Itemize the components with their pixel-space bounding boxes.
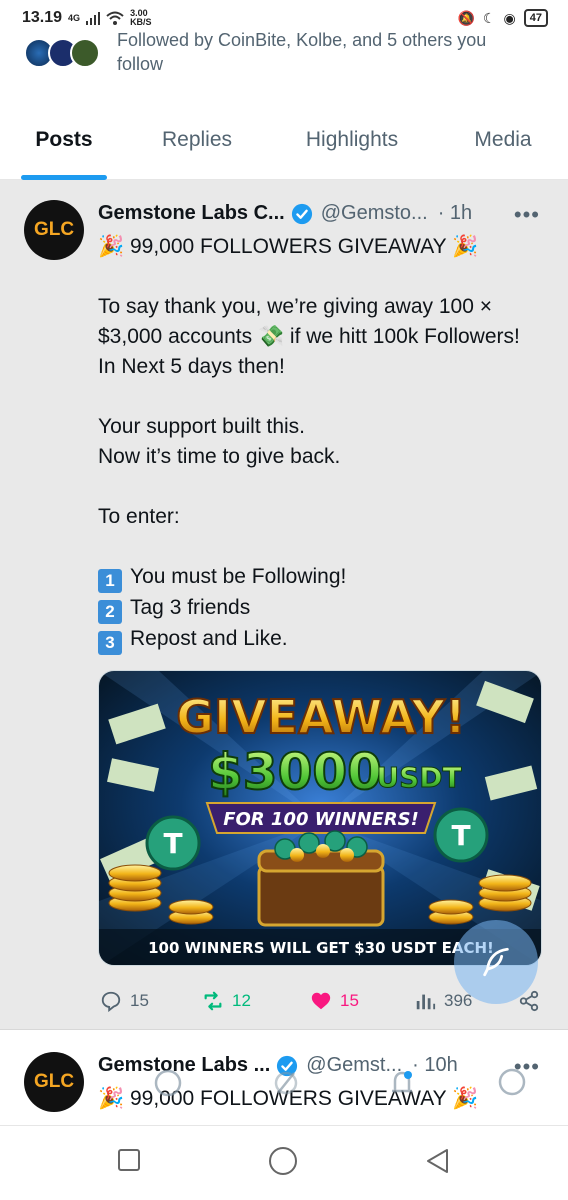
reply-count: 15 [130, 991, 149, 1010]
post-time: · 1h [437, 202, 473, 224]
tab-label: Posts [35, 128, 93, 151]
compose-button[interactable] [454, 920, 538, 1004]
tab-highlights[interactable]: Highlights [266, 112, 438, 180]
giveaway-subline: FOR 100 WINNERS! [223, 809, 419, 830]
avatar-text: GLC [33, 219, 75, 240]
views-button[interactable]: 396 [414, 990, 472, 1012]
system-navigation-bar [0, 1125, 568, 1200]
tab-label: Replies [161, 128, 233, 151]
author-name[interactable]: Gemstone Labs C... [98, 202, 285, 225]
step-text: Repost and Like. [130, 627, 288, 650]
giveaway-footer: 100 WINNERS WILL GET $30 USDT EACH! [148, 939, 494, 957]
post-image[interactable]: GIVEAWAY! $3000 USDT FOR 100 WINNERS! T [98, 670, 542, 966]
step-item: 3 Repost and Like. [98, 624, 543, 655]
follower-avatars [24, 38, 100, 68]
svg-text:T: T [163, 827, 182, 860]
post-header: Gemstone Labs C... @Gemsto... · 1h [98, 202, 472, 225]
keycap-icon: 3 [98, 631, 122, 655]
tab-label: Highlights [305, 128, 399, 151]
reply-button[interactable]: 15 [100, 990, 149, 1012]
repost-icon [204, 991, 222, 1011]
more-options-icon[interactable]: ••• [514, 202, 540, 228]
avatar[interactable]: GLC [24, 200, 84, 260]
tab-label: Media [474, 128, 532, 151]
step-text: Tag 3 friends [130, 596, 251, 619]
reply-icon [101, 991, 121, 1012]
bottom-tab-bar [0, 1055, 568, 1115]
author-handle[interactable]: @Gemsto... [321, 202, 428, 225]
like-button[interactable]: 15 [310, 990, 359, 1012]
svg-text:T: T [451, 819, 470, 852]
verified-badge-icon [291, 203, 312, 224]
back-icon[interactable] [425, 1148, 451, 1174]
profile-tabs: Posts Replies Highlights Media [0, 112, 568, 180]
mute-icon: 🔕 [457, 9, 475, 26]
signal-icon [86, 12, 101, 25]
repost-button[interactable]: 12 [202, 990, 251, 1012]
tab-replies[interactable]: Replies [128, 112, 266, 180]
step-item: 2 Tag 3 friends [98, 593, 543, 624]
recents-icon[interactable] [117, 1148, 141, 1172]
avatar [70, 38, 100, 68]
giveaway-currency: USDT [376, 761, 461, 794]
battery-indicator: 47 [523, 9, 548, 27]
post-line [98, 472, 543, 502]
keycap-icon: 1 [98, 569, 122, 593]
giveaway-amount: $3000 [208, 743, 382, 801]
moon-icon: ☾ [482, 9, 496, 26]
keycap-icon: 2 [98, 600, 122, 624]
post-line: Now it’s time to give back. [98, 445, 341, 468]
views-icon [416, 994, 436, 1010]
search-icon[interactable] [270, 1067, 302, 1099]
followed-by-row[interactable]: Followed by CoinBite, Kolbe, and 5 other… [0, 28, 568, 84]
notifications-icon[interactable] [386, 1067, 418, 1099]
like-count: 15 [340, 991, 359, 1010]
feather-icon [483, 947, 509, 977]
heart-icon [311, 992, 331, 1010]
post-title: 🎉 99,000 FOLLOWERS GIVEAWAY 🎉 [98, 235, 479, 258]
posts-feed: GLC Gemstone Labs C... @Gemsto... · 1h •… [0, 180, 568, 1125]
network-type: 4G [68, 12, 81, 23]
post-line: To say thank you, we’re giving away 100 … [98, 295, 520, 378]
home-icon[interactable] [152, 1067, 184, 1099]
step-text: You must be Following! [130, 565, 347, 588]
repost-count: 12 [232, 991, 251, 1010]
giveaway-graphic: GIVEAWAY! $3000 USDT FOR 100 WINNERS! T [99, 671, 541, 965]
post-line [98, 262, 543, 292]
status-time: 13.19 [22, 9, 63, 26]
giveaway-headline: GIVEAWAY! [176, 690, 466, 744]
post-line [98, 532, 543, 562]
post-line: To enter: [98, 505, 180, 528]
home-button-icon[interactable] [268, 1146, 298, 1176]
messages-icon[interactable] [496, 1067, 528, 1099]
wifi-icon [106, 11, 124, 25]
post-text: 🎉 99,000 FOLLOWERS GIVEAWAY 🎉 To say tha… [98, 232, 543, 655]
post-line: Your support built this. [98, 415, 306, 438]
lock-icon: ◉ [503, 9, 516, 26]
followed-by-text: Followed by CoinBite, Kolbe, and 5 other… [117, 30, 487, 74]
tab-posts[interactable]: Posts [0, 112, 128, 180]
post-line [98, 382, 543, 412]
step-item: 1 You must be Following! [98, 562, 543, 593]
tab-media[interactable]: Media [438, 112, 568, 180]
post[interactable]: GLC Gemstone Labs C... @Gemsto... · 1h •… [0, 180, 568, 1030]
network-speed-unit: KB/S [130, 17, 152, 27]
